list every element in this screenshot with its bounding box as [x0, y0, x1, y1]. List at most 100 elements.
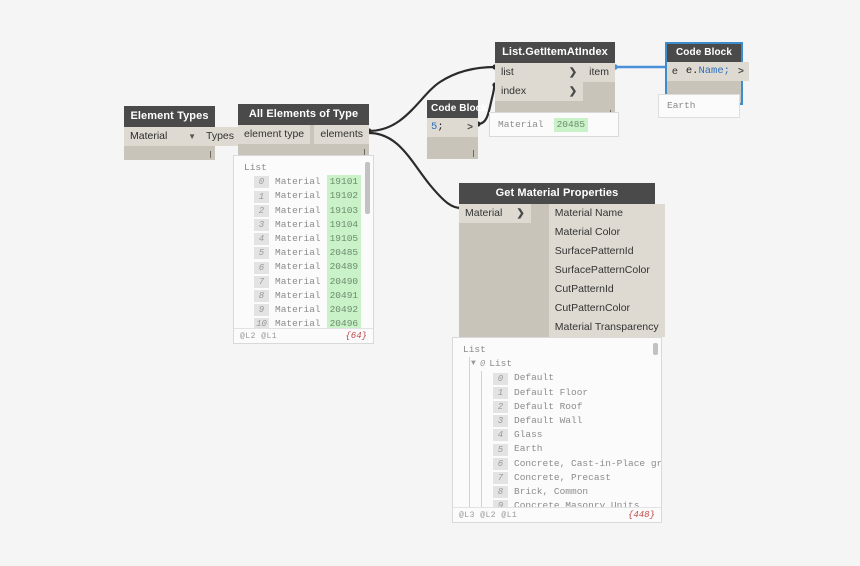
node-get-material-properties[interactable]: Get Material Properties Material ❯ Mater…: [459, 183, 665, 350]
list-item[interactable]: 7 Material 20490: [254, 274, 367, 289]
port-index[interactable]: index ❯: [495, 82, 584, 101]
list-item[interactable]: 8 Brick, Common: [493, 485, 655, 499]
output-ports: Types: [200, 127, 241, 146]
sublist-header[interactable]: ▼ 0 List: [461, 357, 655, 371]
output-ports: Material Name Material Color SurfacePatt…: [548, 204, 665, 337]
port-elements[interactable]: elements: [314, 125, 369, 144]
port-item[interactable]: item: [583, 63, 615, 82]
list-count: {64}: [345, 331, 367, 341]
list-index: 4: [254, 233, 269, 246]
preview-code-block-name-result[interactable]: Earth: [658, 94, 740, 118]
port-cut-pattern-id[interactable]: CutPatternId: [548, 280, 665, 299]
list-count: {448}: [627, 510, 655, 520]
list-item[interactable]: 0 Material 19101: [254, 175, 367, 190]
node-title: Get Material Properties: [459, 183, 655, 204]
list-item[interactable]: 0 Default: [493, 371, 655, 385]
port-types[interactable]: Types: [200, 127, 241, 146]
list-item[interactable]: 3 Material 19104: [254, 217, 367, 233]
list-item[interactable]: 6 Material 20489: [254, 260, 367, 275]
port-label: Material: [465, 207, 503, 219]
tree-guide-line: [469, 357, 470, 507]
dynamo-graph-canvas[interactable]: Element Types Material ▼ Types All Eleme…: [0, 0, 860, 566]
list-item[interactable]: 7 Concrete, Precast: [493, 471, 655, 485]
list-type: Material: [275, 218, 321, 230]
preview-header: List: [463, 344, 486, 355]
list-value: 19105: [326, 232, 362, 247]
node-body: Material ❯ Material Name Material Color …: [459, 204, 665, 337]
node-code-block-index[interactable]: Code Block 5; >: [427, 100, 487, 159]
list-index: 0: [493, 372, 508, 385]
preview-scrollbar[interactable]: [365, 162, 370, 214]
list-index: 5: [254, 247, 269, 260]
chevron-right-icon[interactable]: ❯: [569, 67, 577, 78]
preview-material-names-list[interactable]: List ▼ 0 List 0 Default 1 Default Floor 2D…: [452, 337, 662, 523]
list-item[interactable]: 2 Material 19103: [254, 203, 367, 218]
list-item[interactable]: 2 Default Roof: [493, 400, 655, 414]
preview-item-value[interactable]: Material 20485: [489, 112, 619, 137]
chevron-down-icon[interactable]: ▼: [471, 357, 476, 371]
chevron-right-icon[interactable]: ❯: [569, 86, 577, 97]
port-label: index: [501, 85, 527, 97]
port-out-caret[interactable]: >: [732, 62, 749, 81]
list-value: 19104: [326, 217, 362, 233]
list-item[interactable]: 1 Material 19102: [254, 189, 367, 204]
list-index: 3: [254, 218, 269, 231]
list-item[interactable]: 3 Default Wall: [493, 414, 655, 428]
list-value: 19102: [326, 189, 362, 204]
list-levels[interactable]: @L2 @L1: [240, 332, 277, 341]
list-item[interactable]: 4 Glass: [493, 428, 655, 442]
list-value: Default: [514, 372, 554, 384]
list-item[interactable]: 9 Material 20492: [254, 303, 367, 318]
output-ports: item: [583, 63, 615, 101]
port-cut-pattern-color[interactable]: CutPatternColor: [548, 299, 665, 318]
port-list[interactable]: list ❯: [495, 63, 584, 82]
list-value: 20489: [326, 260, 362, 275]
node-body: element type elements: [238, 125, 369, 144]
list-item[interactable]: 5 Material 20485: [254, 246, 367, 261]
list-levels[interactable]: @L3 @L2 @L1: [459, 511, 517, 520]
port-material-color[interactable]: Material Color: [548, 223, 665, 242]
port-out-caret[interactable]: >: [462, 118, 478, 137]
port-material[interactable]: Material ❯: [459, 204, 531, 223]
list-index: 8: [493, 486, 508, 499]
port-surface-pattern-id[interactable]: SurfacePatternId: [548, 242, 665, 261]
list-item[interactable]: 1 Default Floor: [493, 386, 655, 400]
node-list-get-item-at-index[interactable]: List.GetItemAtIndex list ❯ index ❯ item: [495, 42, 615, 119]
resize-handle-icon[interactable]: [210, 151, 211, 158]
list-type: Material: [275, 261, 321, 273]
list-value: Earth: [514, 443, 543, 455]
code-block-editor[interactable]: e. Name;: [682, 62, 733, 81]
port-e[interactable]: e: [667, 62, 683, 81]
tree-guide-line: [481, 371, 482, 507]
node-title: Element Types: [124, 106, 215, 127]
list-item[interactable]: 8 Material 20491: [254, 288, 367, 304]
list-index: 9: [254, 304, 269, 317]
list-type: Material: [275, 289, 321, 301]
preview-footer: @L2 @L1 {64}: [234, 328, 373, 343]
list-item[interactable]: 4 Material 19105: [254, 232, 367, 247]
port-surface-pattern-color[interactable]: SurfacePatternColor: [548, 261, 665, 280]
node-all-elements-of-type[interactable]: All Elements of Type element type elemen…: [238, 104, 369, 158]
list-index: 1: [254, 190, 269, 203]
list-index: 7: [493, 471, 508, 484]
preview-rows: 0 Default 1 Default Floor 2 Default Roof 3D…: [461, 371, 661, 509]
list-item[interactable]: 6 Concrete, Cast-in-Place gray: [493, 457, 661, 471]
port-material-transparency[interactable]: Material Transparency: [548, 318, 665, 337]
node-footer: [124, 146, 215, 160]
chevron-right-icon[interactable]: ❯: [516, 208, 524, 219]
resize-handle-icon[interactable]: [473, 150, 474, 157]
chevron-down-icon: ▼: [188, 131, 196, 141]
preview-scrollbar[interactable]: [653, 343, 658, 355]
code-terminator: ;: [723, 65, 730, 77]
port-element-type[interactable]: element type: [238, 125, 311, 144]
port-material-name[interactable]: Material Name: [548, 204, 665, 223]
node-element-types[interactable]: Element Types Material ▼ Types: [124, 106, 241, 160]
element-type-dropdown[interactable]: Material ▼: [124, 127, 200, 146]
value-id: 20485: [553, 118, 589, 133]
list-value: 20492: [326, 303, 362, 318]
preview-elements-list[interactable]: List 0 Material 19101 1 Material 19102 2…: [233, 155, 374, 344]
node-body: Material ▼ Types: [124, 127, 241, 146]
code-block-editor[interactable]: 5;: [427, 118, 463, 137]
preview-header: List: [244, 162, 267, 173]
list-item[interactable]: 5 Earth: [493, 442, 655, 456]
